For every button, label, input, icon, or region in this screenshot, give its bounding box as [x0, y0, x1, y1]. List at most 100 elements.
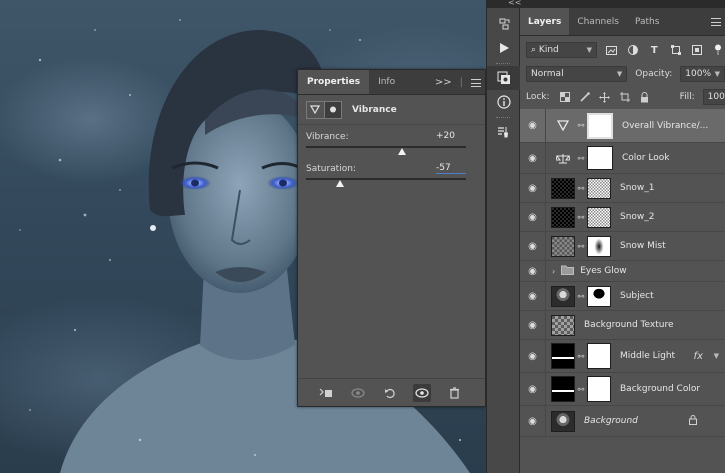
lock-artboard-icon[interactable] [618, 90, 632, 104]
info-icon[interactable] [487, 90, 521, 114]
layer-thumbnail [551, 177, 575, 199]
layer-thumbnail [551, 235, 575, 257]
chevron-down-icon[interactable]: ▼ [714, 352, 719, 360]
visibility-eye-icon[interactable]: ◉ [520, 174, 546, 202]
tab-channels[interactable]: Channels [569, 8, 627, 35]
blend-opacity-row: Normal ▼ Opacity: 100% ▼ [520, 62, 725, 85]
layer-row[interactable]: ◉ ⚯ Snow_2 [520, 203, 725, 232]
saturation-label: Saturation: [306, 164, 356, 174]
layer-row[interactable]: ◉ Background Texture [520, 311, 725, 340]
smart-object-filter-icon[interactable] [690, 43, 703, 57]
menu-icon[interactable] [471, 78, 481, 87]
layer-mask-thumbnail[interactable] [587, 112, 613, 139]
visibility-eye-icon[interactable]: ◉ [520, 203, 546, 231]
link-icon[interactable]: ⚯ [577, 213, 585, 222]
pixel-filter-icon[interactable] [605, 43, 618, 57]
chevron-down-icon: ▼ [586, 46, 592, 54]
link-icon[interactable]: ⚯ [577, 242, 585, 251]
blend-mode-value: Normal [531, 68, 564, 79]
layer-mask-thumbnail[interactable] [587, 206, 611, 228]
play-actions-icon[interactable] [487, 36, 521, 60]
visibility-eye-icon[interactable]: ◉ [520, 282, 546, 310]
layer-mask-thumbnail[interactable] [587, 146, 613, 170]
adjustment-icon-group [306, 100, 342, 119]
layer-group-row[interactable]: ◉ › Eyes Glow [520, 261, 725, 282]
link-icon[interactable]: ⚯ [577, 352, 585, 361]
panel-dock-header: << [486, 0, 725, 8]
tab-layers[interactable]: Layers [520, 8, 570, 35]
shape-filter-icon[interactable] [669, 43, 682, 57]
layer-row[interactable]: ◉ ⚯ Color Look [520, 143, 725, 174]
vibrance-value-field[interactable]: +20 [436, 131, 466, 141]
expand-group-chevron-icon[interactable]: › [552, 267, 555, 276]
saturation-slider-track[interactable] [306, 178, 466, 180]
vibrance-slider-thumb[interactable] [398, 148, 406, 155]
history-icon[interactable] [487, 12, 521, 36]
layer-thumbnail [551, 285, 575, 307]
visibility-eye-icon[interactable]: ◉ [520, 109, 546, 142]
lock-image-pixels-icon[interactable] [578, 90, 592, 104]
visibility-eye-icon[interactable]: ◉ [520, 232, 546, 260]
reset-icon[interactable] [381, 384, 399, 402]
fill-field[interactable]: 100% ▼ [702, 89, 725, 105]
visibility-eye-icon[interactable]: ◉ [520, 143, 546, 173]
layer-mask-thumbnail[interactable] [587, 376, 611, 402]
visibility-eye-icon[interactable]: ◉ [520, 311, 546, 339]
vibrance-label: Vibrance: [306, 132, 349, 142]
vibrance-adjustment-icon[interactable] [307, 102, 324, 118]
layer-mask-thumbnail[interactable] [587, 343, 611, 369]
tab-info[interactable]: Info [369, 70, 404, 94]
layer-mask-icon[interactable] [323, 101, 341, 118]
vibrance-slider-track[interactable] [306, 146, 466, 148]
layer-name: Snow Mist [620, 241, 666, 251]
layers-menu-icon[interactable] [711, 18, 721, 26]
brush-presets-icon[interactable] [487, 120, 521, 144]
link-icon[interactable]: ⚯ [577, 184, 585, 193]
visibility-eye-icon[interactable] [413, 383, 431, 402]
view-previous-icon[interactable] [349, 384, 367, 402]
layer-effects-fx-icon[interactable]: fx [694, 351, 703, 362]
tab-paths[interactable]: Paths [627, 8, 667, 35]
link-icon[interactable]: ⚯ [577, 385, 585, 394]
layer-row[interactable]: ◉ Background [520, 406, 725, 437]
saturation-slider-thumb[interactable] [335, 180, 344, 187]
color-balance-adjustment-icon [551, 148, 575, 169]
clip-to-layer-icon[interactable] [317, 384, 335, 402]
lock-transparent-pixels-icon[interactable] [558, 90, 572, 104]
layer-mask-thumbnail[interactable] [587, 285, 611, 307]
layer-comps-icon[interactable] [487, 66, 521, 90]
type-filter-icon[interactable]: T [648, 43, 661, 57]
layer-thumbnail [551, 206, 575, 228]
layer-row[interactable]: ◉ ⚯ Snow Mist [520, 232, 725, 261]
tab-properties[interactable]: Properties [298, 70, 370, 94]
saturation-value-field[interactable]: -57 [436, 163, 466, 174]
layer-name: Snow_1 [620, 183, 655, 193]
visibility-eye-icon[interactable]: ◉ [520, 340, 546, 372]
collapse-dock-icon[interactable]: << [508, 0, 521, 7]
lock-all-icon[interactable] [638, 90, 652, 104]
visibility-eye-icon[interactable]: ◉ [520, 373, 546, 405]
layer-mask-thumbnail[interactable] [587, 235, 611, 257]
blend-mode-dropdown[interactable]: Normal ▼ [526, 65, 628, 82]
vibrance-adjustment-icon [551, 115, 575, 136]
layer-mask-thumbnail[interactable] [587, 177, 611, 199]
opacity-field[interactable]: 100% ▼ [680, 65, 725, 82]
delete-icon[interactable] [445, 384, 463, 402]
visibility-eye-icon[interactable]: ◉ [520, 406, 546, 436]
lock-position-icon[interactable] [598, 90, 612, 104]
layer-row[interactable]: ◉ ⚯ Middle Light fx ▼ [520, 340, 725, 373]
link-icon[interactable]: ⚯ [577, 121, 585, 130]
filter-toggle-icon[interactable] [712, 43, 725, 57]
filter-kind-dropdown[interactable]: ⌕ Kind ▼ [526, 42, 597, 58]
link-icon[interactable]: ⚯ [577, 292, 585, 301]
layer-row[interactable]: ◉ ⚯ Overall Vibrance/... [520, 109, 725, 143]
collapse-panel-icon[interactable]: >> [435, 77, 452, 88]
adjustment-filter-icon[interactable] [626, 43, 639, 57]
link-icon[interactable]: ⚯ [577, 154, 585, 163]
opacity-label: Opacity: [635, 68, 673, 79]
visibility-eye-icon[interactable]: ◉ [520, 261, 546, 281]
layers-panel: Layers Channels Paths ⌕ Kind ▼ T Normal … [520, 8, 725, 473]
layer-row[interactable]: ◉ ⚯ Snow_1 [520, 174, 725, 203]
layer-row[interactable]: ◉ ⚯ Subject [520, 282, 725, 311]
layer-row[interactable]: ◉ ⚯ Background Color [520, 373, 725, 406]
